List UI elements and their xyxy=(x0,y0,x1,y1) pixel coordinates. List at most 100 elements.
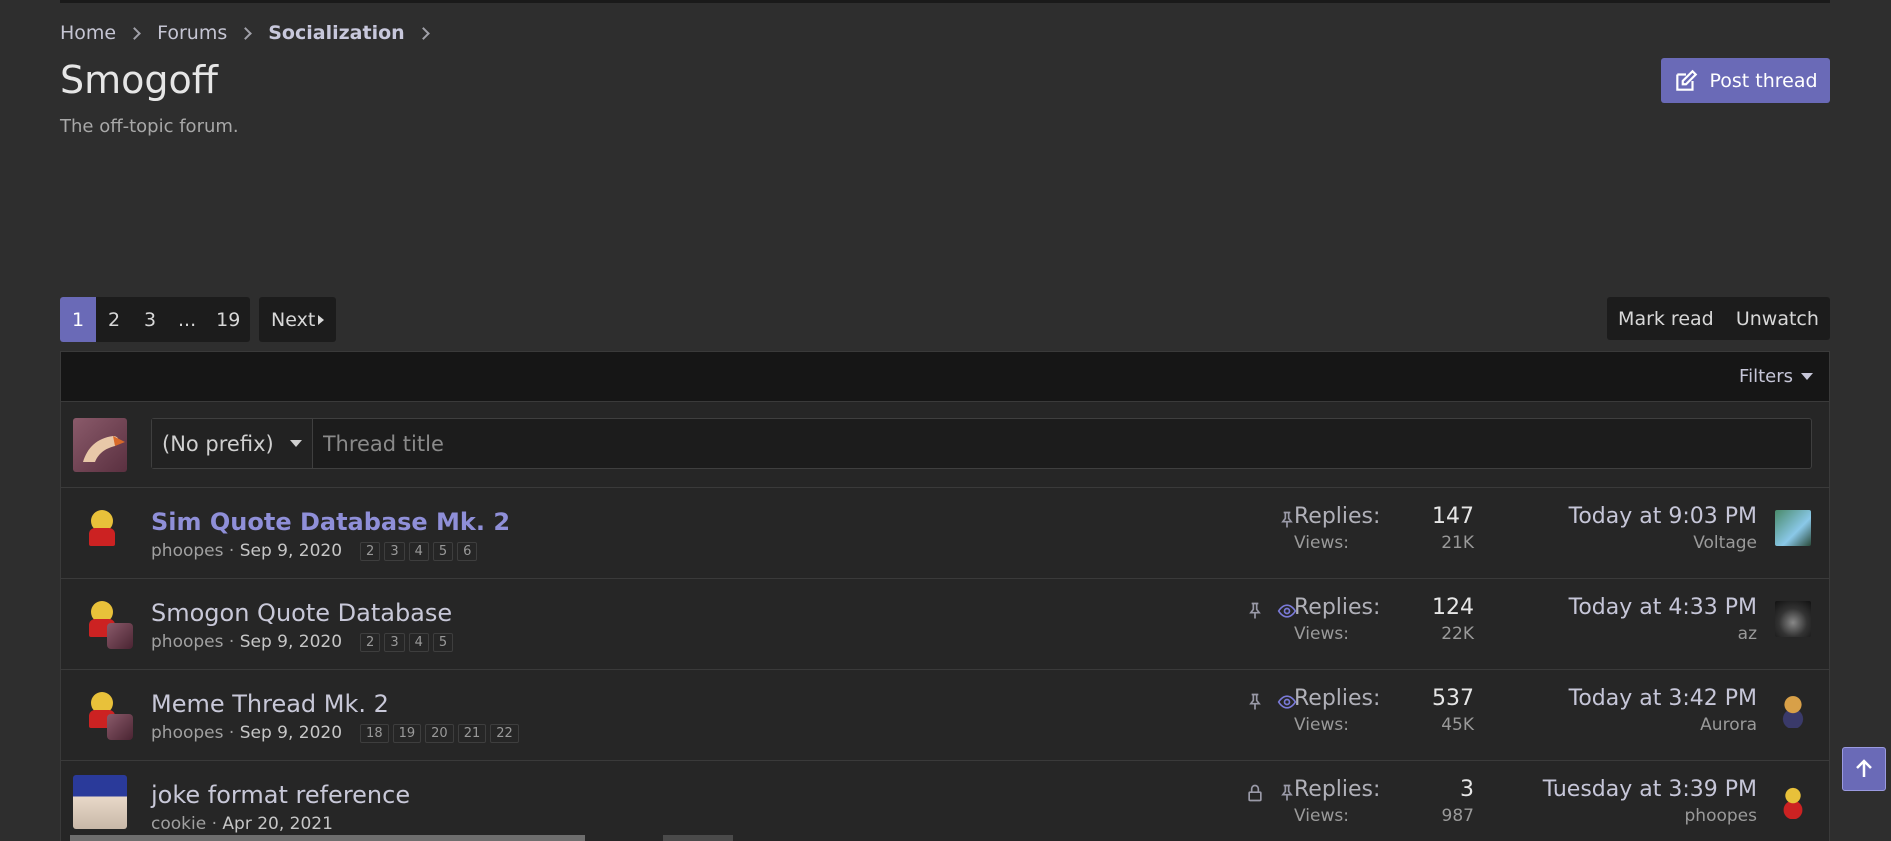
thread-page-link[interactable]: 2 xyxy=(360,541,381,561)
thread-author[interactable]: phoopes xyxy=(151,723,223,743)
last-post-user[interactable]: phoopes xyxy=(1543,806,1757,826)
forum-actions: Mark read Unwatch xyxy=(1607,297,1830,340)
last-post-time[interactable]: Today at 9:03 PM xyxy=(1569,504,1757,529)
replies-label: Replies: xyxy=(1294,686,1381,711)
avatar[interactable] xyxy=(1775,601,1811,637)
views-label: Views: xyxy=(1294,624,1349,644)
page-link-2[interactable]: 2 xyxy=(96,297,132,342)
breadcrumb-home[interactable]: Home xyxy=(60,22,116,44)
thread-author[interactable]: cookie xyxy=(151,814,206,834)
last-post-time[interactable]: Today at 4:33 PM xyxy=(1569,595,1757,620)
prefix-select[interactable]: (No prefix) xyxy=(152,419,313,468)
filter-bar: Filters xyxy=(61,352,1829,402)
page-link-19[interactable]: 19 xyxy=(206,297,250,342)
post-thread-button[interactable]: Post thread xyxy=(1661,58,1830,103)
thread-date[interactable]: Apr 20, 2021 xyxy=(222,814,333,834)
avatar[interactable] xyxy=(81,688,133,740)
thread-date[interactable]: Sep 9, 2020 xyxy=(240,723,342,743)
thread-meta: cookie · Apr 20, 2021 xyxy=(151,814,333,834)
horizontal-scrollbar[interactable] xyxy=(70,835,585,841)
views-label: Views: xyxy=(1294,715,1349,735)
views-count: 22K xyxy=(1441,624,1474,644)
last-post-user[interactable]: az xyxy=(1569,624,1757,644)
thread-title[interactable]: joke format reference xyxy=(151,781,410,809)
thread-date[interactable]: Sep 9, 2020 xyxy=(240,541,342,561)
avatar[interactable] xyxy=(81,506,125,550)
thread-page-link[interactable]: 18 xyxy=(360,723,389,743)
scroll-to-top-button[interactable] xyxy=(1842,747,1886,791)
last-post-time[interactable]: Tuesday at 3:39 PM xyxy=(1543,777,1757,802)
thread-author[interactable]: phoopes xyxy=(151,632,223,652)
chevron-right-icon xyxy=(416,26,430,40)
thread-title[interactable]: Meme Thread Mk. 2 xyxy=(151,690,389,718)
thread-page-link[interactable]: 3 xyxy=(384,632,405,652)
avatar[interactable] xyxy=(1775,510,1811,546)
next-page-button[interactable]: Next xyxy=(259,297,337,342)
views-count: 21K xyxy=(1441,533,1474,553)
unwatch-button[interactable]: Unwatch xyxy=(1736,308,1819,330)
thread-page-link[interactable]: 19 xyxy=(392,723,422,743)
breadcrumb: Home Forums Socialization xyxy=(60,22,446,44)
avatar[interactable] xyxy=(73,775,127,829)
pagination: 1 2 3 ... 19 xyxy=(60,297,251,342)
page-title: Smogoff xyxy=(60,58,218,102)
edit-icon xyxy=(1676,69,1698,91)
thread-title-input[interactable] xyxy=(312,431,1811,456)
thread-stats: Replies: 147 Views: 21K xyxy=(1294,504,1474,553)
thread-stats: Replies: 537 Views: 45K xyxy=(1294,686,1474,735)
thread-date[interactable]: Sep 9, 2020 xyxy=(240,632,342,652)
thread-page-link[interactable]: 6 xyxy=(457,541,478,561)
page-jump-ellipsis[interactable]: ... xyxy=(168,297,206,342)
thread-row[interactable]: Sim Quote Database Mk. 2 phoopes · Sep 9… xyxy=(61,488,1829,579)
last-post-time[interactable]: Today at 3:42 PM xyxy=(1569,686,1757,711)
pin-icon xyxy=(1249,602,1261,619)
thread-page-link[interactable]: 21 xyxy=(457,723,487,743)
last-post-user[interactable]: Voltage xyxy=(1569,533,1757,553)
thread-pages: 2 3 4 5 6 xyxy=(360,541,478,561)
last-post: Tuesday at 3:39 PM phoopes xyxy=(1543,777,1757,826)
last-post-user[interactable]: Aurora xyxy=(1569,715,1757,735)
thread-meta: phoopes · Sep 9, 2020 2 3 4 5 xyxy=(151,632,454,652)
avatar[interactable] xyxy=(1775,783,1811,819)
avatar[interactable] xyxy=(81,597,133,649)
page-description: The off-topic forum. xyxy=(60,116,239,137)
replies-count: 3 xyxy=(1460,777,1474,802)
chevron-right-icon xyxy=(128,26,141,40)
breadcrumb-socialization[interactable]: Socialization xyxy=(268,22,404,44)
avatar[interactable] xyxy=(1775,692,1811,728)
prefix-value: (No prefix) xyxy=(162,431,274,456)
thread-title[interactable]: Sim Quote Database Mk. 2 xyxy=(151,508,510,536)
mark-read-button[interactable]: Mark read xyxy=(1618,308,1714,330)
thread-page-link[interactable]: 2 xyxy=(360,632,381,652)
last-post: Today at 4:33 PM az xyxy=(1569,595,1757,644)
top-border xyxy=(60,0,1830,3)
next-label: Next xyxy=(271,308,316,331)
thread-meta: phoopes · Sep 9, 2020 18 19 20 21 22 xyxy=(151,723,519,743)
thread-page-link[interactable]: 22 xyxy=(490,723,519,743)
thread-pages: 2 3 4 5 xyxy=(360,632,454,652)
replies-label: Replies: xyxy=(1294,595,1381,620)
thread-page-link[interactable]: 5 xyxy=(432,632,454,652)
thread-page-link[interactable]: 3 xyxy=(384,541,405,561)
views-count: 45K xyxy=(1441,715,1474,735)
horizontal-scrollbar-secondary[interactable] xyxy=(663,835,733,841)
filters-button[interactable]: Filters xyxy=(1739,366,1793,387)
thread-page-link[interactable]: 4 xyxy=(408,541,429,561)
thread-row[interactable]: Meme Thread Mk. 2 phoopes · Sep 9, 2020 … xyxy=(61,670,1829,761)
caret-down-icon xyxy=(289,440,302,447)
thread-row[interactable]: Smogon Quote Database phoopes · Sep 9, 2… xyxy=(61,579,1829,670)
breadcrumb-forums[interactable]: Forums xyxy=(157,22,227,44)
thread-author[interactable]: phoopes xyxy=(151,541,223,561)
thread-title[interactable]: Smogon Quote Database xyxy=(151,599,452,627)
thread-row[interactable]: joke format reference cookie · Apr 20, 2… xyxy=(61,761,1829,841)
thread-page-link[interactable]: 4 xyxy=(408,632,429,652)
thread-status-icons xyxy=(1245,692,1297,712)
page-link-1[interactable]: 1 xyxy=(60,297,96,342)
thread-stats: Replies: 124 Views: 22K xyxy=(1294,595,1474,644)
thread-page-link[interactable]: 20 xyxy=(425,723,454,743)
thread-status-icons xyxy=(1245,783,1297,803)
views-label: Views: xyxy=(1294,806,1349,826)
thread-page-link[interactable]: 5 xyxy=(432,541,454,561)
page-link-3[interactable]: 3 xyxy=(132,297,168,342)
lock-icon xyxy=(1248,784,1262,802)
